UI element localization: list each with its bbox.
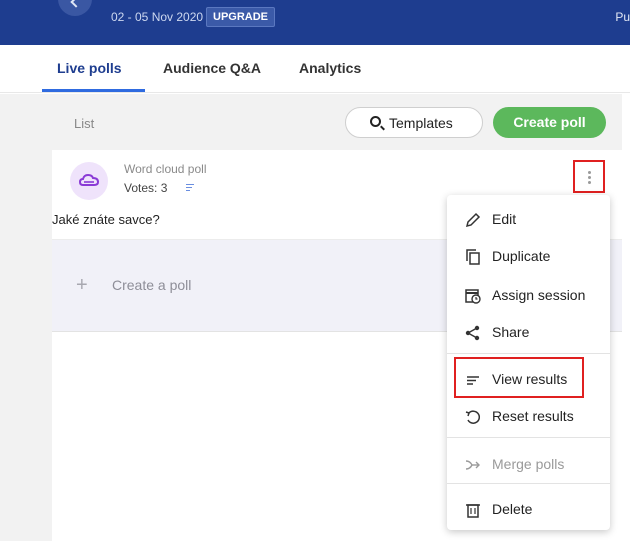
view-results-highlight [454, 357, 584, 398]
menu-divider [447, 483, 610, 484]
poll-type: Word cloud poll [124, 162, 207, 176]
active-tab-indicator [42, 89, 145, 92]
menu-item-merge-polls[interactable]: Merge polls [447, 447, 610, 481]
list-label: List [74, 116, 95, 131]
poll-votes: Votes: 3 [124, 181, 168, 195]
tab-analytics[interactable]: Analytics [299, 60, 361, 76]
menu-item-label: Duplicate [492, 248, 551, 264]
more-vertical-icon [588, 171, 591, 186]
calendar-clock-icon [465, 289, 481, 304]
menu-item-assign-session[interactable]: Assign session [447, 278, 610, 312]
trash-icon [466, 504, 480, 518]
merge-icon [465, 460, 480, 470]
results-lines-icon [186, 184, 194, 193]
menu-divider [447, 437, 610, 438]
tab-bar: Live polls Audience Q&A Analytics [0, 45, 630, 93]
back-button[interactable] [58, 0, 92, 16]
poll-question: Jaké znáte savce? [52, 212, 160, 227]
menu-item-label: Reset results [492, 408, 574, 424]
reset-icon [465, 410, 481, 424]
create-poll-label: Create a poll [112, 277, 192, 293]
topbar-right-text[interactable]: Pu [615, 10, 630, 24]
top-bar: 02 - 05 Nov 2020 UPGRADE Pu [0, 0, 630, 45]
tab-audience-qa[interactable]: Audience Q&A [163, 60, 261, 76]
more-options-button[interactable] [573, 160, 605, 193]
duplicate-icon [466, 249, 480, 265]
menu-item-edit[interactable]: Edit [447, 202, 610, 236]
pencil-icon [465, 212, 481, 228]
plus-icon: + [76, 274, 88, 296]
menu-item-duplicate[interactable]: Duplicate [447, 239, 610, 273]
menu-item-label: Share [492, 324, 530, 340]
templates-label: Templates [389, 115, 453, 131]
search-icon [370, 116, 381, 127]
menu-item-share[interactable]: Share [447, 315, 610, 349]
word-cloud-icon [70, 162, 108, 200]
upgrade-button[interactable]: UPGRADE [206, 7, 276, 27]
menu-item-label: Merge polls [492, 456, 565, 472]
event-date: 02 - 05 Nov 2020 [111, 10, 204, 24]
menu-item-label: Edit [492, 211, 517, 227]
tab-live-polls[interactable]: Live polls [57, 60, 122, 76]
create-poll-button[interactable]: Create poll [493, 107, 606, 138]
templates-button[interactable]: Templates [345, 107, 483, 138]
share-icon [465, 325, 480, 341]
menu-item-label: Assign session [492, 287, 586, 303]
menu-item-delete[interactable]: Delete [447, 492, 610, 526]
menu-divider [447, 353, 610, 354]
menu-item-reset-results[interactable]: Reset results [447, 399, 610, 433]
menu-item-label: Delete [492, 501, 533, 517]
